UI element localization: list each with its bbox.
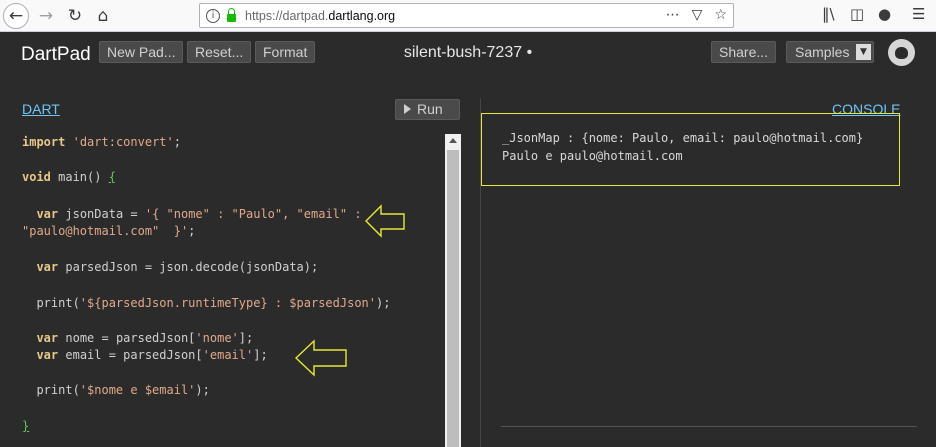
code-line: } [22,418,29,434]
code-token: 'email' [202,348,254,362]
code-token: 'nome' [195,331,239,345]
annotation-arrow-icon [365,204,405,238]
code-token: } [22,419,30,433]
code-token: void [22,170,51,184]
dartpad-logo: DartPad [21,44,91,65]
forward-icon[interactable]: → [33,3,59,29]
editor-panel: DART Run import 'dart:convert'; void mai… [0,74,462,447]
pad-name[interactable]: silent-bush-7237 • [404,44,532,61]
account-icon[interactable]: ● [878,5,891,23]
code-line: var parsedJson = json.decode(jsonData); [36,260,319,274]
code-token: var [36,207,59,221]
url-text[interactable]: https://dartpad.dartlang.org [245,9,395,23]
chevron-down-icon: ▼ [856,44,871,60]
bookmark-star-icon[interactable]: ☆ [714,7,727,23]
code-token: '$nome e $email' [79,383,196,397]
console-divider [501,426,917,427]
info-icon[interactable]: i [206,8,220,23]
code-line: import 'dart:convert'; [22,135,181,149]
back-icon[interactable]: ← [3,3,29,29]
samples-label: Samples [795,44,850,60]
reset-button[interactable]: Reset... [187,41,252,63]
code-token: 'dart:convert' [72,135,174,149]
annotation-highlight-box [481,113,900,186]
sidebar-icon[interactable]: ◫ [850,5,864,23]
run-label: Run [417,101,443,117]
annotation-arrow-icon [294,339,347,377]
scroll-thumb[interactable] [447,150,459,447]
reload-icon[interactable]: ↻ [62,3,88,29]
github-icon[interactable] [888,39,915,66]
pocket-icon[interactable]: ▽ [692,7,703,23]
code-token: var [36,260,59,274]
home-icon[interactable]: ⌂ [90,3,116,29]
browser-toolbar: ← → ↻ ⌂ i https://dartpad.dartlang.org ⋯… [0,0,936,32]
code-token: var [36,348,59,362]
url-prefix: https://dartpad. [245,8,329,23]
play-icon [404,104,411,114]
code-line: "paulo@hotmail.com" }'; [22,224,196,238]
code-line: var email = parsedJson['email']; [36,348,268,362]
code-token: '${parsedJson.runtimeType} : $parsedJson… [79,296,377,310]
url-actions: ⋯ ▽ ☆ [666,7,727,23]
new-pad-button[interactable]: New Pad... [99,41,184,63]
format-button[interactable]: Format [255,41,316,63]
code-token: { [108,170,116,184]
code-token: var [36,331,59,345]
code-token: import [22,135,66,149]
dartpad-header: DartPad New Pad... Reset... Format silen… [0,32,936,74]
code-line: var nome = parsedJson['nome']; [36,331,254,345]
editor-scrollbar[interactable] [445,134,461,447]
library-icon[interactable]: ‖\ [822,5,835,23]
code-line: var jsonData = '{ "nome" : "Paulo", "ema… [36,207,362,221]
lock-icon [227,7,236,22]
scroll-up-icon[interactable] [449,138,457,143]
code-line: print('${parsedJson.runtimeType} : $pars… [22,296,391,310]
share-button[interactable]: Share... [711,41,777,63]
url-domain: dartlang.org [328,8,396,23]
run-button[interactable]: Run [395,99,460,120]
url-bar[interactable]: i https://dartpad.dartlang.org ⋯ ▽ ☆ [199,3,734,28]
menu-icon[interactable]: ☰ [912,5,925,23]
code-line: print('$nome e $email'); [22,383,210,397]
page-actions-icon[interactable]: ⋯ [666,7,680,23]
code-token: "paulo@hotmail.com" }' [22,224,189,238]
code-token: '{ "nome" : "Paulo", "email" : [144,207,362,221]
code-line: void main() { [22,170,116,184]
samples-select[interactable]: Samples ▼ [786,41,874,63]
tab-dart[interactable]: DART [22,101,60,117]
